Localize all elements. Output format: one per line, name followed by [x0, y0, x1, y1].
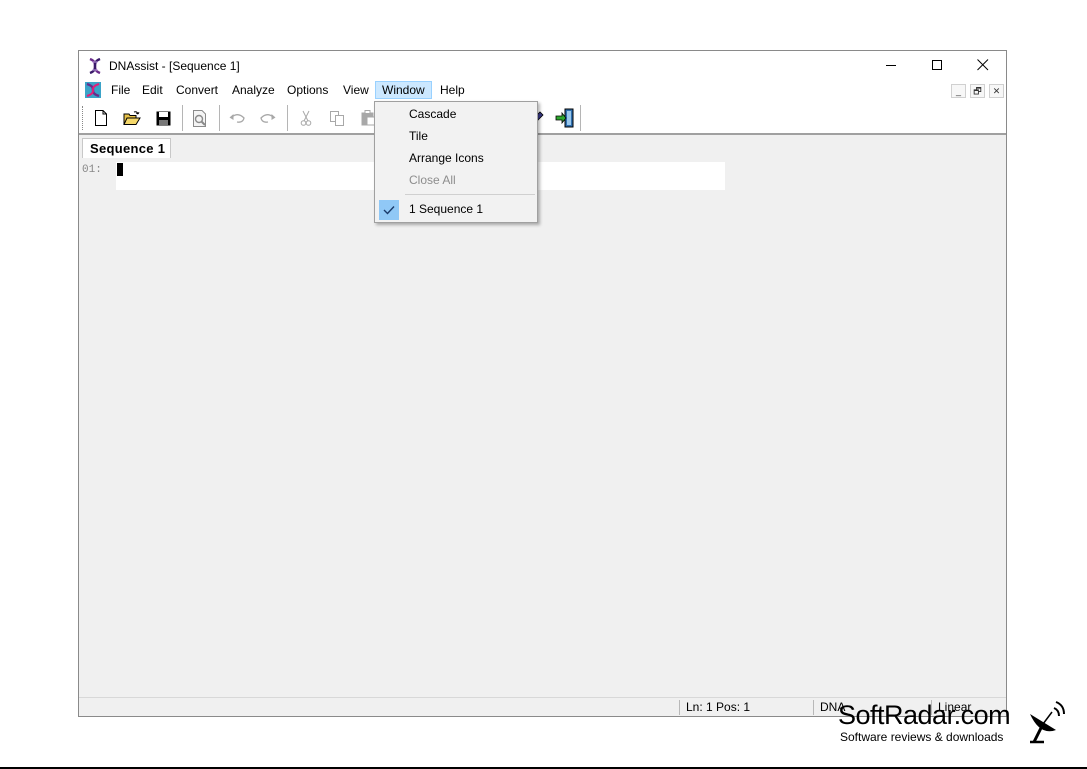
undo-button[interactable] — [226, 107, 248, 129]
print-preview-button[interactable] — [189, 107, 211, 129]
exit-door-icon — [555, 108, 574, 128]
menu-help[interactable]: Help — [434, 81, 471, 99]
menu-bar: File Edit Convert Analyze Options View W… — [79, 79, 1006, 101]
menu-options[interactable]: Options — [281, 81, 334, 99]
dna-helix-icon — [89, 58, 101, 74]
title-bar[interactable]: DNAssist - [Sequence 1] — [79, 51, 1006, 79]
line-number: 01: — [82, 164, 102, 176]
menu-item-sequence-1-label: 1 Sequence 1 — [409, 202, 484, 216]
new-file-button[interactable] — [90, 107, 112, 129]
save-disk-icon — [156, 111, 170, 125]
toolbar-separator — [580, 105, 581, 131]
window-title: DNAssist - [Sequence 1] — [109, 59, 240, 73]
menu-view[interactable]: View — [337, 81, 375, 99]
text-caret — [117, 163, 123, 176]
app-window: DNAssist - [Sequence 1] File Edit Conver… — [78, 50, 1007, 717]
watermark-brand: SoftRadar.com — [838, 700, 1011, 730]
minimize-icon — [885, 64, 896, 66]
maximize-icon — [931, 59, 942, 70]
status-position: Ln: 1 Pos: 1 — [679, 700, 820, 715]
open-file-button[interactable] — [121, 107, 143, 129]
print-preview-icon — [193, 109, 206, 127]
menu-item-sequence-1[interactable]: 1 Sequence 1 — [377, 198, 535, 220]
toolbar-separator — [182, 105, 183, 131]
menu-window[interactable]: Window — [375, 81, 432, 99]
close-icon — [977, 59, 989, 71]
open-folder-icon — [123, 110, 141, 125]
menu-item-tile[interactable]: Tile — [377, 125, 535, 147]
menu-analyze[interactable]: Analyze — [226, 81, 281, 99]
save-button[interactable] — [152, 107, 174, 129]
document-system-icon[interactable] — [85, 82, 101, 98]
menu-item-arrange-icons[interactable]: Arrange Icons — [377, 147, 535, 169]
toolbar-separator — [287, 105, 288, 131]
redo-button[interactable] — [257, 107, 279, 129]
minimize-button[interactable] — [868, 51, 914, 79]
tab-sequence-1[interactable]: Sequence 1 — [82, 138, 171, 158]
undo-icon — [229, 114, 245, 123]
new-file-icon — [95, 110, 107, 126]
redo-icon — [260, 114, 276, 123]
mdi-close-button[interactable]: ✕ — [989, 84, 1004, 98]
mdi-restore-button[interactable]: 🗗 — [970, 84, 985, 98]
mdi-minimize-button[interactable]: _ — [951, 84, 966, 98]
window-menu-dropdown: Cascade Tile Arrange Icons Close All 1 S… — [374, 101, 538, 223]
copy-icon — [329, 110, 344, 126]
menu-file[interactable]: File — [105, 81, 136, 99]
menu-edit[interactable]: Edit — [136, 81, 169, 99]
exit-button[interactable] — [554, 107, 576, 129]
close-button[interactable] — [960, 51, 1006, 79]
toolbar-grip[interactable] — [82, 106, 85, 130]
cut-button[interactable] — [295, 107, 317, 129]
watermark-tagline: Software reviews & downloads — [840, 730, 1004, 744]
softradar-watermark: SoftRadar.com Software reviews & downloa… — [838, 700, 1078, 748]
toolbar-separator — [219, 105, 220, 131]
checkmark-icon — [379, 200, 399, 220]
copy-button[interactable] — [326, 107, 348, 129]
toolbar — [79, 101, 1006, 135]
menu-item-cascade[interactable]: Cascade — [377, 103, 535, 125]
menu-separator — [405, 194, 535, 195]
document-area: Sequence 1 01: — [79, 135, 1006, 697]
scissors-icon — [300, 110, 312, 126]
menu-convert[interactable]: Convert — [170, 81, 224, 99]
menu-item-close-all: Close All — [409, 173, 456, 187]
satellite-dish-icon — [1030, 701, 1065, 744]
maximize-button[interactable] — [914, 51, 960, 79]
